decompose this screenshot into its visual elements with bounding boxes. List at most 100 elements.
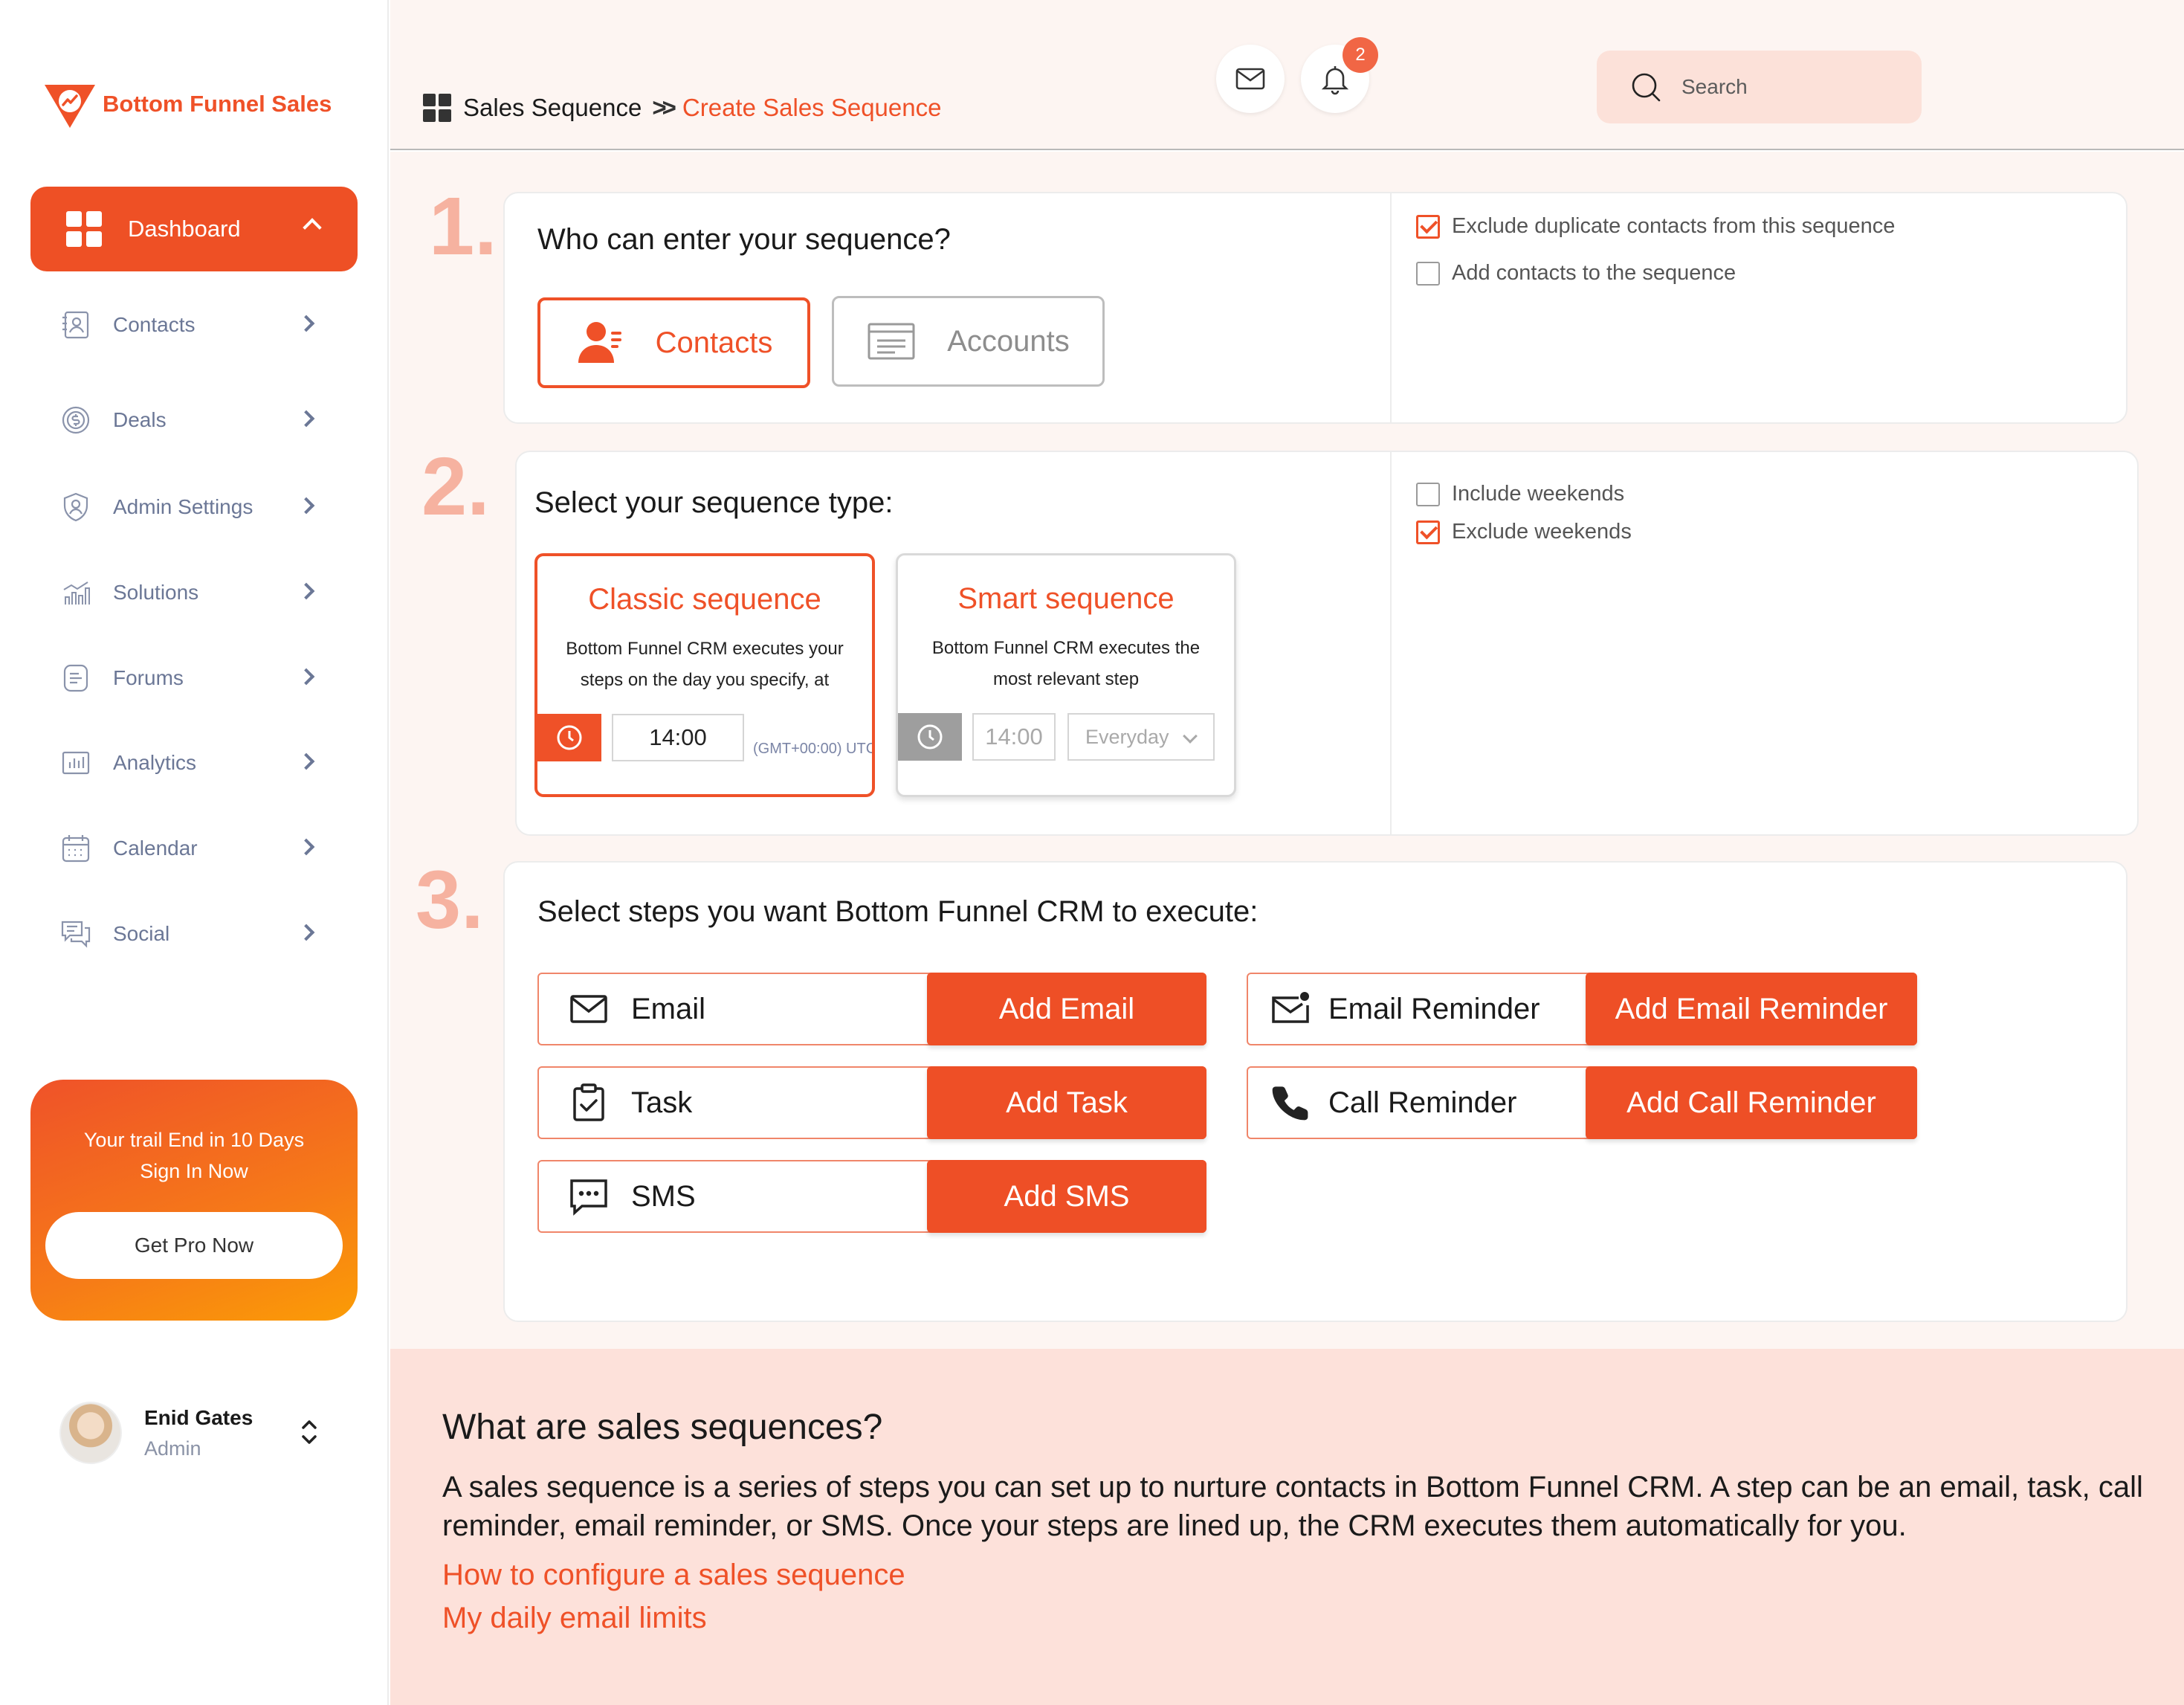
step-label: Task xyxy=(631,1086,693,1119)
step-label: Email xyxy=(631,992,706,1025)
sidebar-item-solutions[interactable]: Solutions xyxy=(59,570,327,615)
sidebar-item-label: Deals xyxy=(113,408,167,431)
sidebar-item-label: Analytics xyxy=(113,751,197,774)
breadcrumb-parent[interactable]: Sales Sequence xyxy=(463,94,642,122)
checkbox-unchecked[interactable] xyxy=(1416,261,1440,286)
checkbox-checked[interactable] xyxy=(1416,520,1440,544)
smart-sequence-card[interactable]: Smart sequence Bottom Funnel CRM execute… xyxy=(896,553,1236,797)
user-info: Enid Gates Admin xyxy=(144,1406,253,1460)
chevron-right-icon xyxy=(297,668,315,686)
frequency-value: Everyday xyxy=(1085,725,1169,748)
add-email-reminder-button[interactable]: Add Email Reminder xyxy=(1586,973,1917,1045)
step1-panel: Who can enter your sequence? Contacts Ac… xyxy=(503,192,2128,424)
step-label: Call Reminder xyxy=(1328,1086,1517,1119)
sidebar-item-label: Admin Settings xyxy=(113,495,253,518)
smart-clock-button[interactable] xyxy=(898,713,962,761)
include-weekends-checkbox[interactable]: Include weekends xyxy=(1416,482,1624,506)
breadcrumb-separator: >> xyxy=(652,94,676,121)
info-description: A sales sequence is a series of steps yo… xyxy=(442,1471,2143,1542)
add-contacts-checkbox[interactable]: Add contacts to the sequence xyxy=(1416,261,1736,286)
add-sms-button[interactable]: Add SMS xyxy=(927,1160,1206,1233)
dashboard-icon xyxy=(423,94,451,122)
sidebar-item-label: Dashboard xyxy=(128,216,241,242)
user-profile[interactable]: Enid Gates Admin xyxy=(59,1402,253,1464)
email-limits-link[interactable]: My daily email limits xyxy=(442,1602,707,1635)
expand-collapse-icon[interactable] xyxy=(300,1417,318,1447)
smart-sequence-title: Smart sequence xyxy=(957,582,1175,615)
step-task-row: Task Add Task xyxy=(537,1066,1206,1139)
configure-sequence-link[interactable]: How to configure a sales sequence xyxy=(442,1559,905,1592)
avatar xyxy=(59,1402,122,1464)
sidebar-item-label: Social xyxy=(113,922,170,945)
brand-logo-icon xyxy=(45,85,95,128)
top-header: Sales Sequence >> Create Sales Sequence … xyxy=(390,0,2184,150)
breadcrumb: Sales Sequence >> Create Sales Sequence xyxy=(423,94,941,122)
sign-in-text[interactable]: Sign In Now xyxy=(30,1156,358,1187)
phone-icon xyxy=(1270,1083,1311,1123)
step1-title: Who can enter your sequence? xyxy=(537,223,951,256)
sidebar-item-deals[interactable]: Deals xyxy=(59,398,327,442)
checkbox-checked[interactable] xyxy=(1416,214,1440,239)
add-task-button[interactable]: Add Task xyxy=(927,1066,1206,1139)
chevron-right-icon xyxy=(297,410,315,428)
sidebar-item-label: Contacts xyxy=(113,313,196,336)
mail-icon xyxy=(1235,68,1265,90)
accounts-option-label: Accounts xyxy=(947,324,1070,358)
dashboard-icon xyxy=(66,211,102,247)
classic-sequence-description: Bottom Funnel CRM executes your steps on… xyxy=(566,639,844,690)
smart-time-input[interactable]: 14:00 xyxy=(972,713,1056,761)
notifications-button[interactable]: 2 xyxy=(1301,37,1378,113)
sidebar-item-contacts[interactable]: Contacts xyxy=(59,303,327,347)
notification-badge: 2 xyxy=(1343,37,1378,73)
smart-sequence-description: Bottom Funnel CRM executes the most rele… xyxy=(931,638,1201,689)
analytics-icon xyxy=(59,747,92,779)
trial-promo-card: Your trail End in 10 Days Sign In Now Ge… xyxy=(30,1080,358,1321)
checkbox-label: Add contacts to the sequence xyxy=(1452,261,1736,285)
task-checklist-icon xyxy=(569,1083,609,1123)
search-input[interactable] xyxy=(1681,75,1904,99)
search-bar[interactable] xyxy=(1597,51,1922,123)
step2-panel: Select your sequence type: Classic seque… xyxy=(515,451,2139,836)
info-title: What are sales sequences? xyxy=(442,1408,883,1447)
chevron-right-icon xyxy=(297,582,315,600)
checkbox-label: Include weekends xyxy=(1452,482,1625,506)
user-name: Enid Gates xyxy=(144,1405,253,1429)
sidebar-item-calendar[interactable]: Calendar xyxy=(59,826,327,871)
sidebar-item-social[interactable]: Social xyxy=(59,912,327,956)
add-call-reminder-button[interactable]: Add Call Reminder xyxy=(1586,1066,1917,1139)
sidebar-item-analytics[interactable]: Analytics xyxy=(59,741,327,785)
sidebar-item-forums[interactable]: Forums xyxy=(59,656,327,700)
sidebar: Bottom Funnel Sales Dashboard Contacts D… xyxy=(0,0,389,1705)
step-number-2: 2. xyxy=(421,441,490,532)
chevron-right-icon xyxy=(297,924,315,941)
classic-sequence-card[interactable]: Classic sequence Bottom Funnel CRM execu… xyxy=(534,553,875,797)
frequency-select[interactable]: Everyday xyxy=(1067,713,1215,761)
step-sms-row: SMS Add SMS xyxy=(537,1160,1206,1233)
sidebar-item-dashboard[interactable]: Dashboard xyxy=(30,187,358,271)
exclude-duplicates-checkbox[interactable]: Exclude duplicate contacts from this seq… xyxy=(1416,214,1895,239)
clock-icon xyxy=(557,725,582,750)
messages-button[interactable] xyxy=(1216,45,1285,113)
chevron-down-icon xyxy=(1183,729,1198,744)
trial-days-text: Your trail End in 10 Days xyxy=(83,1129,305,1151)
contacts-option[interactable]: Contacts xyxy=(537,297,810,388)
forums-icon xyxy=(59,662,92,694)
calendar-icon xyxy=(59,832,92,865)
step-number-3: 3. xyxy=(416,854,484,946)
accounts-option[interactable]: Accounts xyxy=(832,296,1105,387)
checkbox-unchecked[interactable] xyxy=(1416,482,1440,506)
get-pro-button[interactable]: Get Pro Now xyxy=(45,1212,343,1279)
add-email-button[interactable]: Add Email xyxy=(927,973,1206,1045)
breadcrumb-current: Create Sales Sequence xyxy=(682,94,942,121)
classic-sequence-title: Classic sequence xyxy=(588,583,821,616)
step2-title: Select your sequence type: xyxy=(534,486,894,519)
classic-clock-button[interactable] xyxy=(537,714,601,761)
classic-time-input[interactable]: 14:00 xyxy=(612,714,744,761)
main-content: 1. Who can enter your sequence? Contacts… xyxy=(390,152,2184,1349)
deals-icon xyxy=(59,404,92,436)
sidebar-item-label: Calendar xyxy=(113,837,198,860)
exclude-weekends-checkbox[interactable]: Exclude weekends xyxy=(1416,520,1632,544)
sidebar-item-admin-settings[interactable]: Admin Settings xyxy=(59,485,327,529)
brand-logo[interactable]: Bottom Funnel Sales xyxy=(43,79,332,129)
step-label: Email Reminder xyxy=(1328,992,1540,1025)
